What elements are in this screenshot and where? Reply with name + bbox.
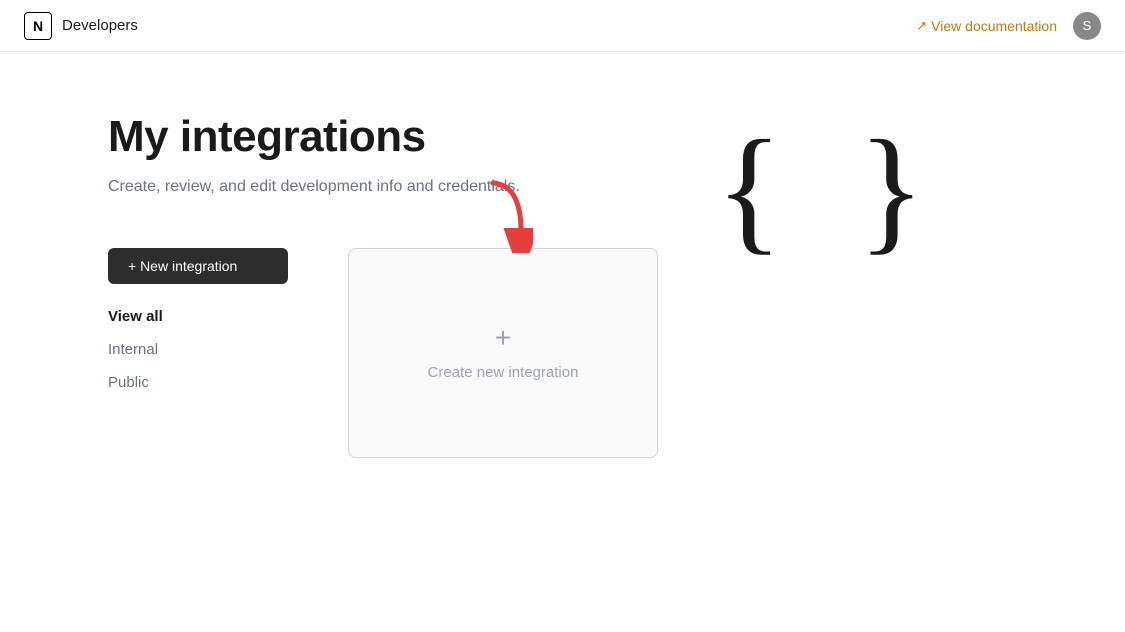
content-row: + New integration View all Internal Publ… <box>108 248 1017 458</box>
header-left: N Developers <box>24 12 138 40</box>
external-link-icon: ↗ <box>916 18 927 34</box>
view-documentation-link[interactable]: ↗ View documentation <box>916 18 1057 34</box>
sidebar: + New integration View all Internal Publ… <box>108 248 288 395</box>
page-title: My integrations <box>108 112 1017 162</box>
nav-item-internal[interactable]: Internal <box>108 337 288 362</box>
notion-logo-icon: N <box>24 12 52 40</box>
red-arrow-icon <box>473 178 533 253</box>
header: N Developers ↗ View documentation S <box>0 0 1125 52</box>
nav-view-all[interactable]: View all <box>108 304 288 329</box>
new-integration-button[interactable]: + New integration <box>108 248 288 284</box>
arrow-pointer <box>473 178 533 253</box>
plus-icon: + <box>495 324 511 352</box>
nav-item-public[interactable]: Public <box>108 370 288 395</box>
integration-panel: + Create new integration <box>348 248 658 458</box>
main-content: { } My integrations Create, review, and … <box>0 52 1125 498</box>
create-card-label: Create new integration <box>428 364 579 381</box>
create-new-integration-card[interactable]: + Create new integration <box>348 248 658 458</box>
page-subtitle: Create, review, and edit development inf… <box>108 174 528 200</box>
user-avatar[interactable]: S <box>1073 12 1101 40</box>
header-title: Developers <box>62 17 138 34</box>
header-right: ↗ View documentation S <box>916 12 1101 40</box>
